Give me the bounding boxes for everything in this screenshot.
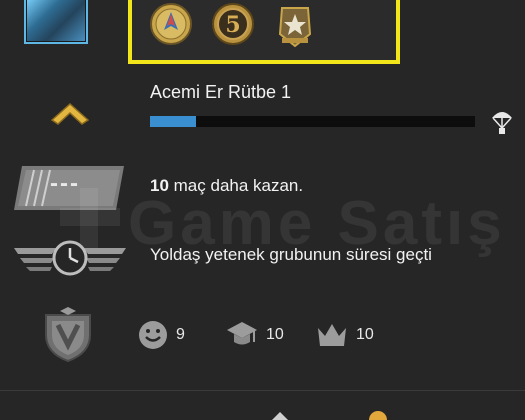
wins-remaining-text: 10 maç daha kazan. — [150, 176, 303, 196]
smiley-icon — [139, 321, 167, 349]
stat-friendly-value: 9 — [176, 326, 185, 343]
rank-progress-bar — [150, 116, 475, 127]
chevron-rank-icon — [50, 102, 90, 125]
rank-up-icon[interactable] — [270, 410, 290, 420]
graduation-cap-icon — [227, 322, 257, 345]
stat-leader-value: 10 — [356, 326, 374, 343]
wins-count: 10 — [150, 176, 169, 195]
stat-teacher[interactable]: 10 — [226, 320, 284, 350]
stat-teacher-value: 10 — [266, 326, 284, 343]
player-avatar[interactable] — [24, 0, 88, 44]
five-year-coin-icon[interactable]: 5 — [210, 0, 256, 52]
stat-leader[interactable]: 10 — [316, 320, 374, 350]
star-badge-icon[interactable] — [272, 0, 318, 52]
coin-icon[interactable] — [368, 410, 388, 420]
medals-highlight: 5 — [128, 0, 400, 64]
stat-friendly[interactable]: 9 — [138, 320, 185, 350]
wins-label: maç daha kazan. — [168, 176, 304, 195]
crown-icon — [318, 324, 346, 346]
section-divider — [0, 390, 525, 391]
wings-clock-icon — [14, 240, 126, 276]
service-medal-icon[interactable] — [148, 0, 194, 52]
companion-cooldown-text: Yoldaş yetenek grubunun süresi geçti — [150, 245, 432, 264]
parachute-icon[interactable] — [490, 108, 514, 136]
svg-text:5: 5 — [225, 12, 240, 38]
rank-progress-fill — [150, 116, 196, 127]
rank-title: Acemi Er Rütbe 1 — [150, 82, 292, 102]
shield-emblem-icon — [45, 307, 91, 363]
